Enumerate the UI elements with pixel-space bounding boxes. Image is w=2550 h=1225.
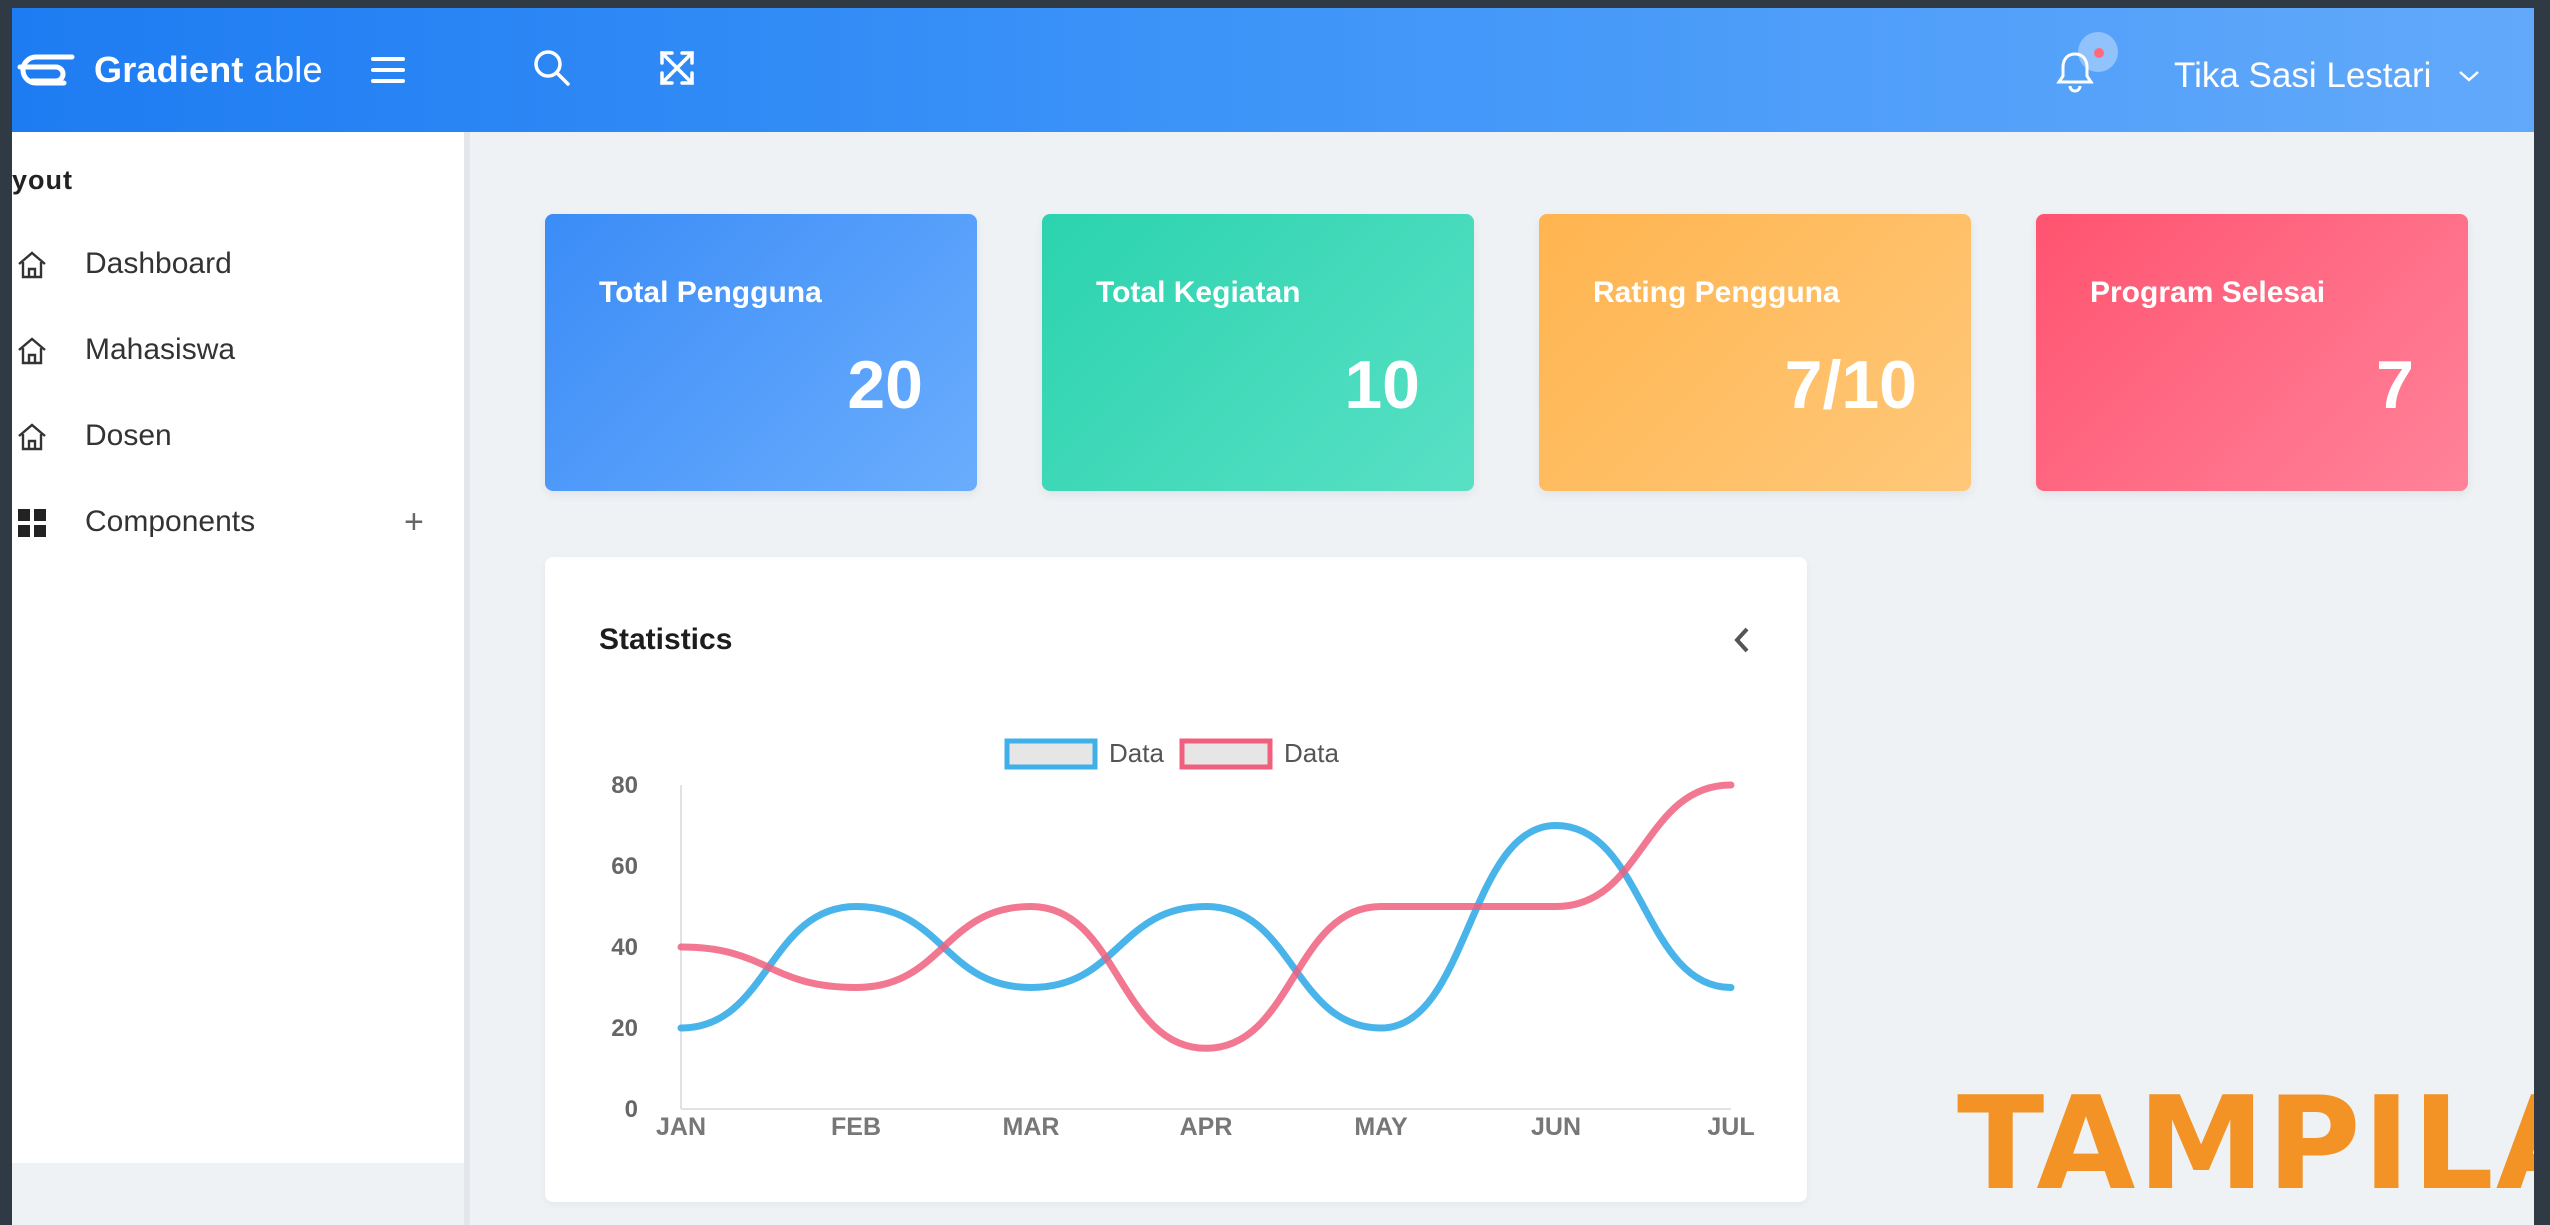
home-icon xyxy=(18,337,46,365)
x-tick-label: JUN xyxy=(1531,1113,1581,1141)
stat-card-program-selesai: Program Selesai 7 xyxy=(2036,214,2468,491)
sidebar: yout Dashboard Mahasiswa Dosen Component… xyxy=(12,132,470,1225)
card-title: Total Pengguna xyxy=(599,276,822,309)
fullscreen-icon[interactable] xyxy=(657,48,697,88)
expand-icon[interactable]: + xyxy=(404,503,424,542)
chevron-down-icon xyxy=(2459,71,2480,82)
x-tick-label: MAR xyxy=(1003,1113,1060,1141)
card-value: 20 xyxy=(847,347,923,423)
series-line xyxy=(677,821,1735,1032)
top-header: Gradient able Tika Sasi Lestari xyxy=(12,8,2534,132)
stat-card-total-pengguna: Total Pengguna 20 xyxy=(545,214,977,491)
card-value: 7/10 xyxy=(1784,347,1917,423)
grid-icon xyxy=(18,509,46,537)
menu-toggle-icon[interactable] xyxy=(370,57,405,83)
sidebar-item-label: Mahasiswa xyxy=(85,333,236,366)
stat-card-total-kegiatan: Total Kegiatan 10 xyxy=(1042,214,1474,491)
legend-label: Data xyxy=(1109,738,1164,768)
watermark-text: TAMPILAN xyxy=(1957,1070,2534,1219)
brand-name: Gradient able xyxy=(94,49,323,90)
home-icon xyxy=(18,251,46,279)
sidebar-item-label: Components xyxy=(85,505,256,538)
x-tick-label: FEB xyxy=(831,1113,881,1141)
card-value: 7 xyxy=(2376,347,2414,423)
stat-card-rating-pengguna: Rating Pengguna 7/10 xyxy=(1539,214,1971,491)
legend-swatch xyxy=(1179,738,1273,770)
sidebar-item-dashboard[interactable]: Dashboard xyxy=(12,229,464,299)
sidebar-item-dosen[interactable]: Dosen xyxy=(12,401,464,471)
sidebar-item-components[interactable]: Components + xyxy=(12,487,464,557)
brand-logo[interactable]: Gradient able xyxy=(12,45,323,95)
home-icon xyxy=(18,423,46,451)
search-icon[interactable] xyxy=(532,48,572,88)
card-title: Total Kegiatan xyxy=(1096,276,1301,309)
x-tick-label: JUL xyxy=(1707,1113,1754,1141)
y-tick-label: 60 xyxy=(611,853,638,880)
logo-icon xyxy=(17,54,75,86)
sidebar-item-label: Dashboard xyxy=(85,247,232,280)
card-title: Program Selesai xyxy=(2090,276,2326,309)
sidebar-caption: yout xyxy=(12,165,73,195)
y-tick-label: 40 xyxy=(611,934,638,961)
y-tick-label: 80 xyxy=(611,772,638,799)
card-title: Rating Pengguna xyxy=(1593,276,1840,309)
sidebar-item-mahasiswa[interactable]: Mahasiswa xyxy=(12,315,464,385)
app-window: Gradient able Tika Sasi Lestari yout Das… xyxy=(12,8,2534,1225)
sidebar-footer xyxy=(12,1163,464,1225)
sidebar-item-label: Dosen xyxy=(85,419,172,452)
y-tick-label: 20 xyxy=(611,1015,638,1042)
user-name: Tika Sasi Lestari xyxy=(2174,56,2432,95)
card-value: 10 xyxy=(1344,347,1420,423)
user-menu[interactable]: Tika Sasi Lestari xyxy=(2174,56,2481,96)
legend-label: Data xyxy=(1284,738,1339,768)
x-tick-label: JAN xyxy=(656,1113,706,1141)
statistics-panel: Statistics 0 20 40 60 80 JAN FEB MAR APR MAY JUN JU… xyxy=(545,557,1807,1202)
statistics-chart: 0 20 40 60 80 JAN FEB MAR APR MAY JUN JUL Data Data xyxy=(611,738,1754,1141)
bell-icon[interactable] xyxy=(2052,46,2098,94)
legend-swatch xyxy=(1004,738,1098,770)
y-tick-label: 0 xyxy=(625,1096,638,1123)
x-tick-label: MAY xyxy=(1354,1113,1408,1141)
x-tick-label: APR xyxy=(1180,1113,1233,1141)
